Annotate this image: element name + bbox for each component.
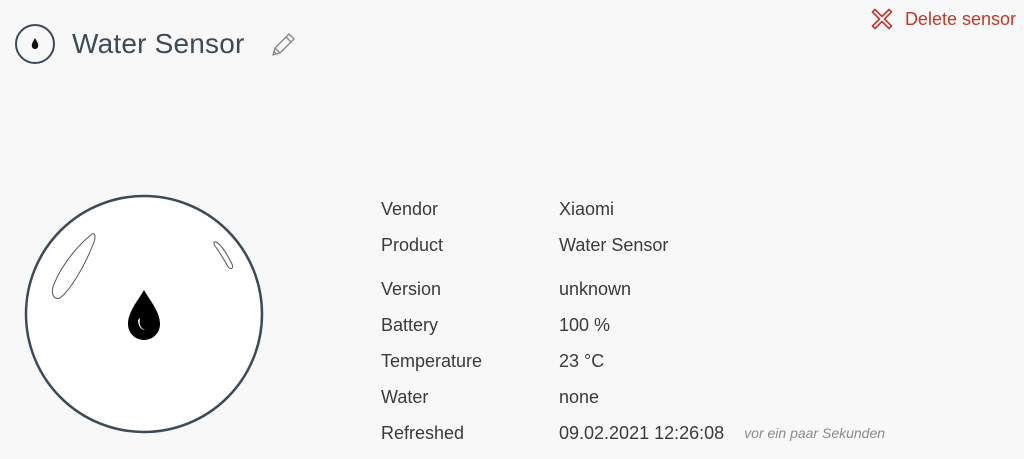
info-label: Product — [381, 234, 444, 255]
info-label: Water — [381, 386, 429, 407]
info-value: none — [559, 386, 600, 407]
sensor-illustration — [24, 194, 264, 434]
delete-sensor-label: Delete sensor — [904, 8, 1016, 29]
page-header: Water Sensor — [14, 22, 299, 66]
info-row-battery: Battery 100 % — [381, 307, 885, 343]
info-row-water: Water none — [381, 379, 885, 415]
water-drop-icon — [15, 24, 55, 64]
info-label: Temperature — [381, 350, 483, 371]
info-row-temperature: Temperature 23 °C — [381, 343, 885, 379]
info-value: 09.02.2021 12:26:08 — [559, 422, 725, 443]
info-value: Xiaomi — [559, 198, 615, 219]
page-title: Water Sensor — [72, 28, 245, 59]
pencil-icon[interactable] — [269, 29, 299, 59]
info-value: unknown — [559, 278, 632, 299]
info-value: 23 °C — [559, 350, 605, 371]
info-value: 100 % — [559, 314, 611, 335]
delete-sensor-button[interactable]: Delete sensor — [871, 8, 1016, 30]
info-row-version: Version unknown — [381, 271, 885, 307]
info-row-refreshed: Refreshed 09.02.2021 12:26:08 vor ein pa… — [381, 415, 885, 451]
info-row-vendor: Vendor Xiaomi — [381, 191, 885, 227]
info-label: Version — [381, 278, 442, 299]
info-row-product: Product Water Sensor — [381, 227, 885, 263]
info-value: Water Sensor — [559, 234, 669, 255]
info-label: Battery — [381, 314, 439, 335]
refreshed-relative-time: vor ein paar Sekunden — [744, 425, 886, 441]
sensor-info-table: Vendor Xiaomi Product Water Sensor Versi… — [381, 191, 885, 451]
close-icon — [871, 8, 893, 30]
info-label: Vendor — [381, 198, 439, 219]
info-label: Refreshed — [381, 422, 465, 443]
